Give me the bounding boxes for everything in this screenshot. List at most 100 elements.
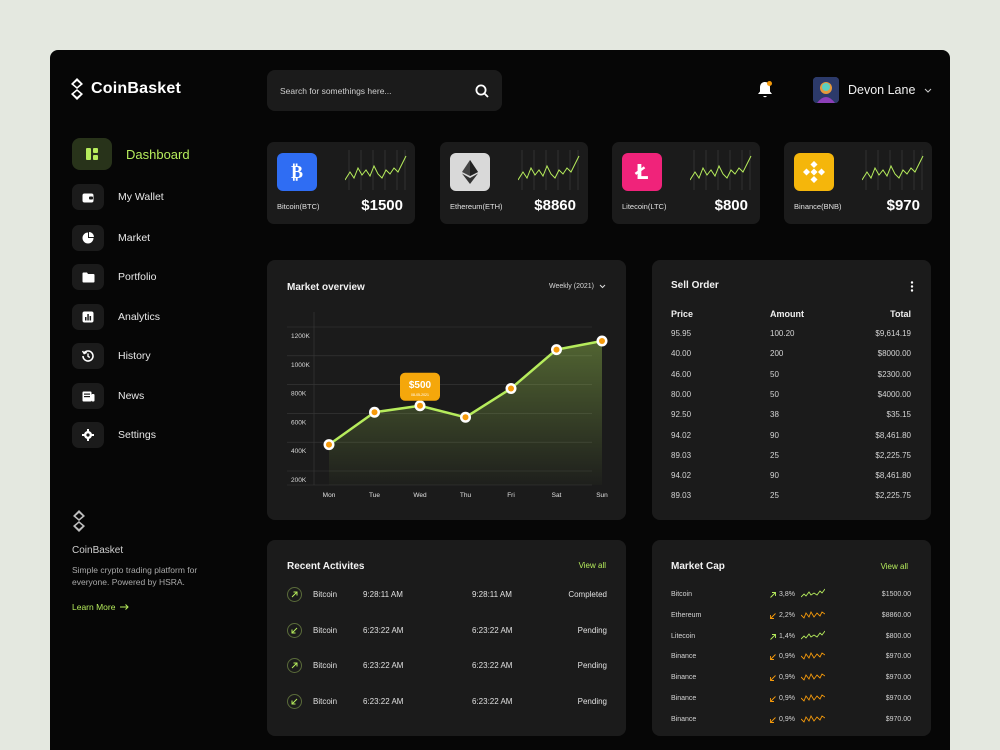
- trend-up-icon: [770, 633, 776, 642]
- sidebar-item-market[interactable]: Market: [72, 225, 150, 251]
- activity-row[interactable]: Bitcoin 6:23:22 AM 6:23:22 AM Pending: [287, 658, 607, 676]
- learn-more-link[interactable]: Learn More: [72, 602, 232, 612]
- svg-text:Ł: Ł: [635, 162, 649, 182]
- market-cap-row[interactable]: Binance 0,9% $970.00: [671, 713, 911, 729]
- more-vertical-icon[interactable]: [910, 281, 914, 292]
- sidebar-item-portfolio[interactable]: Portfolio: [72, 264, 157, 290]
- chart-tooltip: $500 08-05-2021: [400, 372, 440, 401]
- coin-card-ethereum[interactable]: Ethereum(ETH) $8860: [440, 142, 588, 224]
- coin-card-bitcoin[interactable]: ₿ Bitcoin(BTC) $1500: [267, 142, 415, 224]
- sidebar-item-analytics[interactable]: Analytics: [72, 304, 160, 330]
- market-cap-row[interactable]: Ethereum 2,2% $8860.00: [671, 609, 911, 625]
- market-cap-change: 0,9%: [779, 653, 795, 661]
- total-cell: $35.15: [886, 410, 911, 420]
- market-cap-value: $8860.00: [881, 611, 911, 619]
- tooltip-date: 08-05-2021: [411, 393, 429, 397]
- market-cap-row[interactable]: Binance 0,9% $970.00: [671, 692, 911, 708]
- trend-down-icon: [770, 716, 776, 725]
- footer-description: Simple crypto trading platform for every…: [72, 565, 198, 587]
- amount-cell: 25: [770, 450, 779, 460]
- price-cell: 80.00: [671, 389, 692, 399]
- column-header-total: Total: [890, 309, 911, 319]
- total-cell: $2,225.75: [875, 450, 911, 460]
- sparkline: [800, 692, 826, 706]
- activity-row[interactable]: Bitcoin 6:23:22 AM 6:23:22 AM Pending: [287, 622, 607, 641]
- sparkline: [518, 150, 580, 190]
- x-tick-label: Thu: [460, 492, 472, 499]
- wallet-icon: [72, 184, 104, 210]
- arrow-down-left-icon: [287, 622, 302, 638]
- x-tick-label: Tue: [369, 492, 380, 499]
- market-cap-panel: Market Cap View all Bitcoin 3,8% $1500.00 E…: [652, 540, 931, 736]
- data-point[interactable]: [505, 382, 517, 394]
- market-cap-value: $970.00: [885, 715, 911, 723]
- data-point[interactable]: [551, 344, 562, 356]
- notification-button[interactable]: [756, 80, 774, 105]
- footer-brand-name: CoinBasket: [72, 545, 124, 556]
- price-cell: 94.02: [671, 430, 692, 440]
- activity-row[interactable]: Bitcoin 9:28:11 AM 9:28:11 AM Completed: [287, 587, 607, 605]
- sparkline: [862, 150, 924, 190]
- panel-title: Recent Activites: [287, 561, 365, 572]
- learn-more-label: Learn More: [72, 602, 116, 612]
- amount-cell: 25: [770, 491, 779, 501]
- data-point[interactable]: [596, 335, 608, 347]
- search-icon[interactable]: [475, 84, 489, 98]
- user-menu[interactable]: Devon Lane: [813, 77, 932, 103]
- market-cap-row[interactable]: Binance 0,9% $970.00: [671, 650, 911, 666]
- market-cap-change: 0,9%: [779, 674, 795, 682]
- activity-coin: Bitcoin: [313, 590, 338, 599]
- data-point[interactable]: [369, 406, 380, 418]
- brand-logo[interactable]: CoinBasket: [70, 78, 181, 100]
- panel-title: Sell Order: [671, 280, 719, 291]
- sidebar-item-news[interactable]: News: [72, 383, 144, 409]
- market-cap-change: 2,2%: [779, 611, 795, 619]
- sparkline: [800, 630, 826, 644]
- x-tick-label: Wed: [413, 492, 427, 499]
- data-point[interactable]: [460, 411, 471, 423]
- coin-name: Binance(BNB): [794, 202, 842, 211]
- sidebar-item-history[interactable]: History: [72, 343, 151, 369]
- market-overview-chart: 1200K 1000K 800K 600K 400K 200K Mon Tue Wed Thu F…: [287, 312, 608, 499]
- amount-cell: 38: [770, 410, 779, 420]
- data-point[interactable]: [323, 439, 335, 451]
- market-cap-row[interactable]: Bitcoin 3,8% $1500.00: [671, 588, 911, 604]
- search-input[interactable]: [280, 85, 460, 96]
- market-cap-row[interactable]: Litecoin 1,4% $800.00: [671, 630, 911, 646]
- view-all-link[interactable]: View all: [881, 562, 908, 571]
- user-name: Devon Lane: [848, 83, 916, 97]
- amount-cell: 50: [770, 389, 779, 399]
- price-cell: 46.00: [671, 369, 692, 379]
- sidebar-item-my-wallet[interactable]: My Wallet: [72, 184, 164, 210]
- total-cell: $4000.00: [877, 389, 911, 399]
- total-cell: $2,225.75: [875, 491, 911, 501]
- sidebar-item-dashboard[interactable]: Dashboard: [72, 138, 190, 170]
- arrow-up-right-icon: [287, 587, 302, 602]
- market-cap-value: $800.00: [885, 632, 911, 640]
- activity-status: Pending: [577, 661, 607, 670]
- sidebar-item-settings[interactable]: Settings: [72, 422, 156, 448]
- x-tick-label: Mon: [323, 492, 336, 499]
- trend-down-icon: [770, 654, 776, 662]
- activity-status: Completed: [568, 590, 607, 599]
- bitcoin-icon: ₿: [277, 153, 317, 191]
- activity-row[interactable]: Bitcoin 6:23:22 AM 6:23:22 AM Pending: [287, 693, 607, 712]
- bell-icon: [758, 81, 772, 98]
- coin-card-litecoin[interactable]: Ł Litecoin(LTC) $800: [612, 142, 760, 224]
- recent-activities-panel: Recent Activites View all Bitcoin 9:28:11…: [267, 540, 626, 736]
- sell-order-panel: Sell Order Price Amount Total 95.95 100.2…: [652, 260, 931, 520]
- price-cell: 94.02: [671, 471, 692, 481]
- market-cap-change: 3,8%: [779, 591, 795, 598]
- coin-price: $8860: [534, 197, 576, 214]
- market-cap-row[interactable]: Binance 0,9% $970.00: [671, 671, 911, 687]
- sidebar-item-label: Settings: [118, 429, 156, 441]
- trend-down-icon: [770, 675, 776, 683]
- coin-price: $970: [886, 197, 920, 214]
- data-point[interactable]: [414, 400, 426, 412]
- sparkline: [800, 588, 826, 602]
- trend-down-icon: [770, 612, 776, 621]
- view-all-link[interactable]: View all: [579, 561, 606, 570]
- y-tick-label: 600K: [291, 419, 307, 426]
- coin-card-binance[interactable]: Binance(BNB) $970: [784, 142, 932, 224]
- activity-time: 9:28:11 AM: [363, 590, 403, 599]
